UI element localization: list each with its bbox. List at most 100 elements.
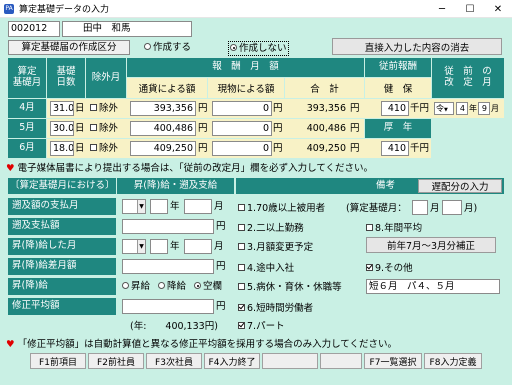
left-header-raise: 昇(降)給・遡及支給 <box>117 178 234 194</box>
yen-unit: 円 <box>350 143 360 154</box>
raise-year-input[interactable] <box>150 239 168 254</box>
f2-prev-employee-button[interactable]: F2前社員 <box>88 353 144 369</box>
kind-6-input[interactable]: 0 <box>212 141 272 156</box>
app-icon: PA <box>4 3 14 14</box>
f1-prev-item-button[interactable]: F1前項目 <box>30 353 86 369</box>
f7-list-select-button[interactable]: F7一覧選択 <box>364 353 422 369</box>
calc-month-1-input[interactable] <box>412 200 428 215</box>
window-title: 算定基礎データの入力 <box>19 5 110 15</box>
heart-icon: ♥ <box>6 163 15 174</box>
month-label: 月 <box>214 201 224 212</box>
era-select[interactable]: 令▼ <box>434 102 454 115</box>
radio-no-make[interactable]: 作成しない <box>228 41 289 56</box>
remark-8-checkbox[interactable]: 8.年間平均 <box>366 222 422 235</box>
remark-3-checkbox[interactable]: 3.月額変更予定 <box>238 241 313 254</box>
raise-radio-down[interactable]: 降給 <box>158 280 186 293</box>
maximize-button[interactable]: ☐ <box>456 0 484 18</box>
radio-make[interactable]: 作成する <box>144 41 191 54</box>
month-unit: 月 <box>491 104 499 113</box>
exclude-4-checkbox[interactable]: 除外 <box>90 102 118 115</box>
remark-5-checkbox[interactable]: 5.病休・育休・休職等 <box>238 281 342 294</box>
f3-next-employee-button[interactable]: F3次社員 <box>146 353 202 369</box>
radio-no-make-indicator[interactable] <box>230 44 237 51</box>
total-6-value: 409,250 <box>306 143 346 154</box>
f8-input-definition-button[interactable]: F8入力定義 <box>424 353 482 369</box>
thousand-yen-unit: 千円 <box>410 143 430 154</box>
employee-name-field: 田中 和馬 <box>62 21 192 37</box>
remark-2-checkbox[interactable]: 2.二以上勤務 <box>238 222 304 235</box>
remark-7-checkbox[interactable]: 7.パート <box>238 320 285 333</box>
retro-era-select[interactable]: ▼ <box>122 199 146 214</box>
f6-empty-button[interactable] <box>320 353 362 369</box>
section-label: 算定基礎届の作成区分 <box>8 40 130 55</box>
days-6-input[interactable]: 18.0 <box>50 141 74 156</box>
raise-month-input[interactable] <box>184 239 212 254</box>
remark-6-checkbox[interactable]: 6.短時間労働者 <box>238 302 313 315</box>
raise-radio-up-indicator[interactable] <box>122 282 129 289</box>
header-base-days: 基礎 日数 <box>47 58 85 98</box>
yen-unit: 円 <box>273 123 283 134</box>
notice-electronic: ♥ 電子媒体届書により提出する場合は、「従前の改定月」欄を必ず入力してください。 <box>6 163 374 174</box>
late-payment-button[interactable]: 遅配分の入力 <box>418 179 502 193</box>
f4-end-input-button[interactable]: F4入力終了 <box>204 353 260 369</box>
retro-month-input[interactable] <box>184 199 212 214</box>
header-total: 合 計 <box>285 78 364 98</box>
raise-era-select[interactable]: ▼ <box>122 239 146 254</box>
window-titlebar: PA 算定基礎データの入力 ─ ☐ ✕ <box>0 0 512 18</box>
retro-year-input[interactable] <box>150 199 168 214</box>
heart-icon: ♥ <box>6 339 15 350</box>
close-button[interactable]: ✕ <box>484 0 512 18</box>
yen-unit: 円 <box>198 143 208 154</box>
yen-label: 円 <box>216 301 226 312</box>
row-month-5: 5月 <box>8 119 46 138</box>
minimize-button[interactable]: ─ <box>428 0 456 18</box>
corrected-average-input[interactable] <box>122 299 214 314</box>
day-unit: 日 <box>75 103 85 114</box>
header-remuneration: 報 酬 月 額 <box>127 58 364 77</box>
prev-insurance-4-input[interactable]: 410 <box>381 101 409 116</box>
cash-4-input[interactable]: 393,356 <box>130 101 196 116</box>
year-unit: 年 <box>469 104 477 113</box>
raise-diff-input[interactable] <box>122 259 214 274</box>
days-4-input[interactable]: 31.0 <box>50 101 74 116</box>
raise-radio-down-indicator[interactable] <box>158 282 165 289</box>
month-label: 月 <box>214 241 224 252</box>
yen-unit: 円 <box>273 103 283 114</box>
cash-5-input[interactable]: 400,486 <box>130 121 196 136</box>
label-retro-amount: 遡及支払額 <box>8 218 116 235</box>
year-label: 年 <box>170 241 180 252</box>
exclude-6-checkbox[interactable]: 除外 <box>90 142 118 155</box>
prev-pension-6-input[interactable]: 410 <box>381 141 409 156</box>
clear-direct-input-button[interactable]: 直接入力した内容の消去 <box>332 38 502 55</box>
remark-4-checkbox[interactable]: 4.途中入社 <box>238 262 294 275</box>
calc-month-2-input[interactable] <box>442 200 462 215</box>
days-5-input[interactable]: 30.0 <box>50 121 74 136</box>
exclude-5-checkbox[interactable]: 除外 <box>90 122 118 135</box>
kind-5-input[interactable]: 0 <box>212 121 272 136</box>
kind-4-input[interactable]: 0 <box>212 101 272 116</box>
thousand-yen-unit: 千円 <box>410 103 430 114</box>
other-remark-input[interactable]: 短６月 パ４、５月 <box>366 279 500 294</box>
prev-year-input[interactable]: 4 <box>456 102 468 115</box>
raise-radio-blank[interactable]: 空欄 <box>194 280 222 293</box>
label-raise-diff: 昇(降)給差月額 <box>8 258 116 275</box>
prior-year-adjust-button[interactable]: 前年7月〜3月分補正 <box>366 237 496 253</box>
label-raise: 昇(降)給 <box>8 278 116 295</box>
total-4-value: 393,356 <box>306 103 346 114</box>
raise-radio-blank-indicator[interactable] <box>194 282 201 289</box>
notice-corrected-average: ♥ 「修正平均額」は自動計算値と異なる修正平均額を採用する場合のみ入力してくださ… <box>6 339 397 350</box>
retro-amount-input[interactable] <box>122 219 214 234</box>
remark-1-checkbox[interactable]: 1.70歳以上被用者 <box>238 202 325 215</box>
cash-6-input[interactable]: 409,250 <box>130 141 196 156</box>
label-raise-month: 昇(降)給した月 <box>8 238 116 255</box>
employee-number-field[interactable]: 002012 <box>8 21 60 37</box>
prev-month-input[interactable]: 9 <box>478 102 490 115</box>
header-in-kind: 現物による額 <box>208 78 284 98</box>
radio-make-indicator[interactable] <box>144 43 151 50</box>
calc-month-label: 月 <box>430 203 440 214</box>
remark-9-checkbox[interactable]: 9.その他 <box>366 262 413 275</box>
raise-radio-up[interactable]: 昇給 <box>122 280 150 293</box>
f5-empty-button[interactable] <box>262 353 318 369</box>
total-5-value: 400,486 <box>306 123 346 134</box>
yen-unit: 円 <box>273 143 283 154</box>
